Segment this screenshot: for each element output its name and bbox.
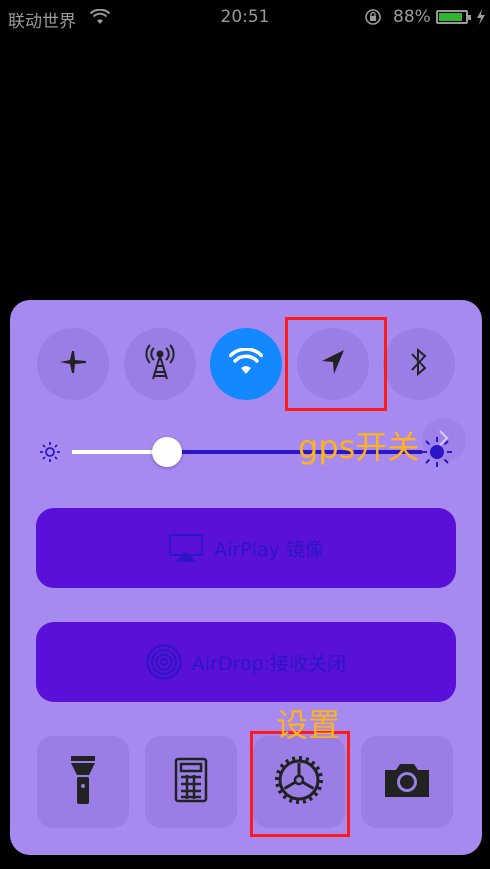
flashlight-icon bbox=[68, 753, 98, 811]
status-bar: 联动世界 20:51 88% bbox=[0, 0, 490, 34]
flashlight-button[interactable] bbox=[37, 736, 129, 828]
brightness-high-icon bbox=[420, 435, 454, 473]
camera-icon bbox=[382, 761, 432, 803]
battery-icon bbox=[436, 10, 471, 24]
brightness-low-icon bbox=[38, 440, 62, 468]
brightness-slider-thumb[interactable] bbox=[151, 437, 182, 467]
gps-highlight-box bbox=[285, 317, 387, 411]
wifi-icon bbox=[228, 347, 264, 380]
airdrop-button[interactable]: AirDrop:接收关闭 bbox=[36, 622, 456, 702]
bluetooth-toggle[interactable] bbox=[383, 328, 455, 400]
bluetooth-icon bbox=[408, 345, 430, 383]
airplay-mirroring-button[interactable]: AirPlay 镜像 bbox=[36, 508, 456, 588]
airdrop-icon bbox=[146, 644, 182, 680]
airdrop-label: AirDrop:接收关闭 bbox=[191, 652, 347, 675]
camera-button[interactable] bbox=[361, 736, 453, 828]
calculator-button[interactable] bbox=[145, 736, 237, 828]
calculator-icon bbox=[174, 757, 208, 807]
airplay-label: AirPlay 镜像 bbox=[214, 538, 324, 561]
control-center-panel: AirPlay 镜像 AirDrop:接收关闭 bbox=[10, 300, 482, 855]
airplane-mode-toggle[interactable] bbox=[37, 328, 109, 400]
battery-percent: 88% bbox=[393, 7, 431, 27]
gps-annotation-label: gps开关 bbox=[298, 428, 420, 466]
charging-icon bbox=[476, 9, 486, 30]
airplane-icon bbox=[58, 347, 88, 381]
settings-annotation-label: 设置 bbox=[276, 706, 341, 744]
cellular-data-toggle[interactable] bbox=[124, 328, 196, 400]
airplay-icon bbox=[168, 533, 204, 563]
antenna-icon bbox=[140, 342, 180, 386]
settings-highlight-box bbox=[250, 731, 350, 837]
wifi-toggle[interactable] bbox=[210, 328, 282, 400]
rotation-lock-icon bbox=[364, 9, 382, 30]
